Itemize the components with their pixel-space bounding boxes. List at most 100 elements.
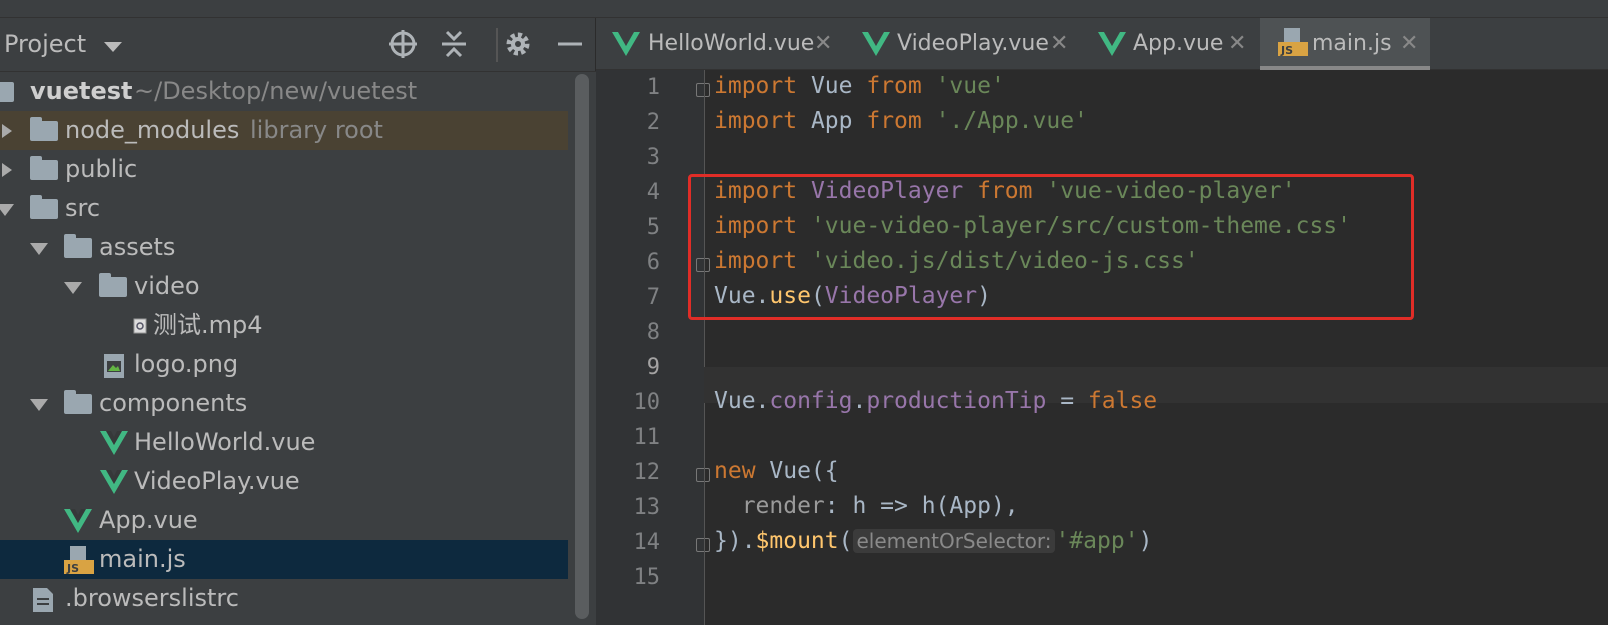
- editor-tab-bar: HelloWorld.vue ✕ VideoPlay.vue ✕ App.vue…: [596, 18, 1608, 70]
- tree-item-mp4[interactable]: 测试.mp4: [0, 306, 568, 345]
- tree-item-helloworld[interactable]: HelloWorld.vue: [0, 423, 568, 462]
- minimize-icon[interactable]: [554, 28, 586, 60]
- tree-item-label: public: [65, 155, 138, 183]
- code-property: config: [769, 388, 853, 414]
- close-icon[interactable]: ✕: [1050, 18, 1068, 70]
- tab-app-vue[interactable]: App.vue ✕: [1082, 18, 1260, 70]
- vue-icon: [1098, 32, 1126, 56]
- line-number: 11: [633, 425, 661, 450]
- code-identifier: Vue: [797, 73, 867, 99]
- folder-icon: [0, 82, 14, 102]
- tree-item-label: assets: [99, 233, 176, 261]
- tab-label: VideoPlay.vue: [897, 31, 1049, 56]
- line-number: 1: [646, 75, 660, 100]
- vue-icon: [612, 32, 640, 56]
- tree-item-browserslistrc[interactable]: .browserslistrc: [0, 579, 568, 618]
- scrollbar-thumb[interactable]: [575, 74, 589, 619]
- folder-icon: [30, 117, 58, 141]
- tree-item-label: main.js: [99, 545, 186, 573]
- code-line-12[interactable]: new Vue({: [714, 458, 839, 484]
- project-panel: Project vuetest ~/Desktop/new/vuetest no…: [0, 18, 596, 625]
- folder-icon: [64, 234, 92, 258]
- tree-item-vuetest[interactable]: vuetest ~/Desktop/new/vuetest: [0, 72, 568, 111]
- code-line-1[interactable]: import Vue from 'vue': [714, 73, 1005, 99]
- code-keyword: new: [714, 458, 756, 484]
- chevron-down-icon[interactable]: [104, 42, 122, 52]
- tree-scrollbar[interactable]: [568, 72, 596, 625]
- tree-item-label: logo.png: [134, 350, 239, 378]
- line-number: 6: [646, 250, 660, 275]
- code-line-2[interactable]: import App from './App.vue': [714, 108, 1088, 134]
- code-property: render: [714, 493, 825, 519]
- locate-icon[interactable]: [387, 28, 419, 60]
- tree-item-src[interactable]: src: [0, 189, 568, 228]
- chevron-right-icon[interactable]: [2, 163, 12, 177]
- tab-helloworld-vue[interactable]: HelloWorld.vue ✕: [596, 18, 846, 70]
- tree-item-public[interactable]: public: [0, 150, 568, 189]
- annotation-highlight-box: [688, 174, 1414, 320]
- line-number: 8: [646, 320, 660, 345]
- line-number: 14: [633, 530, 661, 555]
- code-string: './App.vue': [921, 108, 1088, 134]
- header-separator: [496, 28, 498, 62]
- tree-item-label: components: [99, 389, 248, 417]
- chevron-down-icon[interactable]: [30, 243, 48, 255]
- vue-icon: [100, 431, 128, 455]
- code-property: productionTip: [866, 388, 1047, 414]
- line-number: 13: [633, 495, 661, 520]
- tree-item-label: VideoPlay.vue: [134, 467, 300, 495]
- video-file-icon: [133, 318, 147, 334]
- tab-label: App.vue: [1133, 31, 1224, 56]
- code-keyword: from: [866, 73, 922, 99]
- code-keyword: import: [714, 108, 798, 134]
- tree-item-label: App.vue: [99, 506, 198, 534]
- code-string: 'vue': [921, 73, 1005, 99]
- chevron-right-icon[interactable]: [2, 124, 12, 138]
- code-line-10[interactable]: Vue.config.productionTip = false: [714, 388, 1157, 414]
- js-file-icon: JS: [64, 546, 94, 574]
- close-icon[interactable]: ✕: [814, 18, 832, 70]
- code-line-13[interactable]: render: h => h(App),: [714, 493, 1019, 519]
- fold-marker-icon[interactable]: [696, 468, 710, 482]
- tree-item-app-vue[interactable]: App.vue: [0, 501, 568, 540]
- chevron-down-icon[interactable]: [0, 204, 14, 216]
- code-punct: ): [1138, 528, 1153, 554]
- collapse-all-icon[interactable]: [438, 28, 470, 60]
- editor-pane: HelloWorld.vue ✕ VideoPlay.vue ✕ App.vue…: [596, 18, 1608, 625]
- tab-label: HelloWorld.vue: [648, 31, 815, 56]
- line-number: 15: [633, 565, 661, 590]
- tree-item-assets[interactable]: assets: [0, 228, 568, 267]
- tree-item-label: video: [134, 272, 200, 300]
- close-icon[interactable]: ✕: [1400, 18, 1418, 70]
- chevron-down-icon[interactable]: [64, 282, 82, 294]
- folder-icon: [30, 156, 58, 180]
- tree-item-main-js[interactable]: JS main.js: [0, 540, 568, 579]
- project-title[interactable]: Project: [4, 30, 86, 58]
- tree-item-components[interactable]: components: [0, 384, 568, 423]
- svg-text:JS: JS: [1280, 44, 1293, 56]
- tab-videoplay-vue[interactable]: VideoPlay.vue ✕: [846, 18, 1082, 70]
- code-keyword: from: [866, 108, 922, 134]
- tab-main-js[interactable]: JS main.js ✕: [1260, 18, 1430, 70]
- line-number: 5: [646, 215, 660, 240]
- fold-marker-icon[interactable]: [696, 83, 710, 97]
- gear-icon[interactable]: [502, 28, 534, 60]
- tree-item-label: node_modules: [65, 116, 240, 144]
- tree-item-node-modules[interactable]: node_modules library root: [0, 111, 568, 150]
- close-icon[interactable]: ✕: [1228, 18, 1246, 70]
- code-keyword: false: [1087, 388, 1158, 414]
- text-file-icon: [33, 588, 53, 612]
- tree-item-logo[interactable]: logo.png: [0, 345, 568, 384]
- parameter-hint: elementOrSelector:: [852, 529, 1056, 553]
- fold-marker-icon[interactable]: [696, 538, 710, 552]
- library-root-note: library root: [250, 116, 383, 144]
- tree-item-video[interactable]: video: [0, 267, 568, 306]
- line-number: 2: [646, 110, 660, 135]
- code-function: $mount: [755, 528, 839, 554]
- code-line-14[interactable]: }).$mount(elementOrSelector: '#app'): [714, 528, 1152, 554]
- code-identifier: Vue({: [755, 458, 839, 484]
- tree-item-videoplay[interactable]: VideoPlay.vue: [0, 462, 568, 501]
- tree-item-label: .browserslistrc: [65, 584, 239, 612]
- chevron-down-icon[interactable]: [30, 399, 48, 411]
- code-punct: }).: [714, 528, 756, 554]
